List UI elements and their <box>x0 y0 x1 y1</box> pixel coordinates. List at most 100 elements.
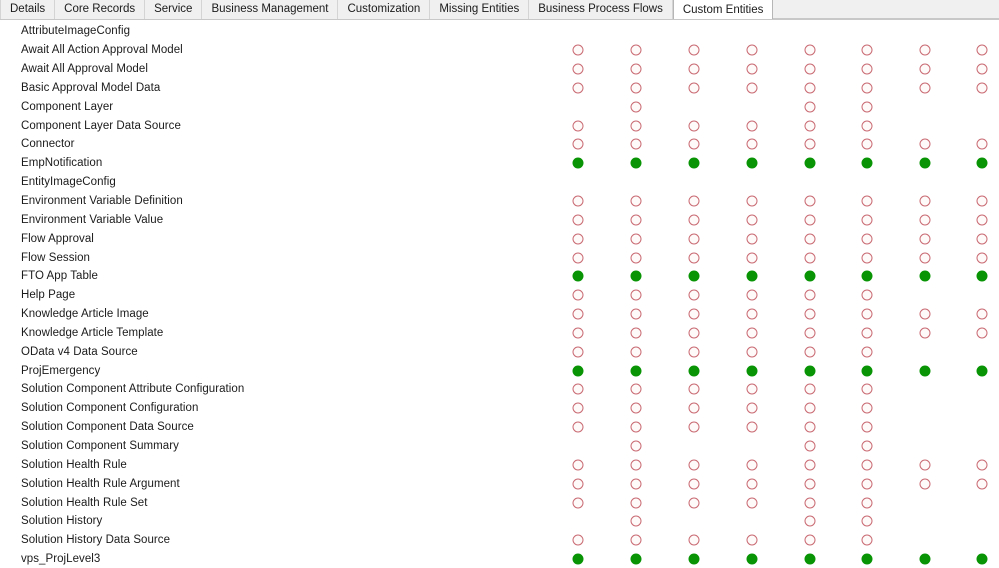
tab-customization[interactable]: Customization <box>338 0 431 19</box>
status-indicator-filled[interactable] <box>688 270 700 282</box>
status-indicator-hollow[interactable] <box>688 459 700 471</box>
status-indicator-hollow[interactable] <box>861 534 873 546</box>
status-indicator-hollow[interactable] <box>919 138 931 150</box>
status-indicator-hollow[interactable] <box>572 534 584 546</box>
status-indicator-hollow[interactable] <box>746 63 758 75</box>
status-indicator-hollow[interactable] <box>630 421 642 433</box>
status-indicator-hollow[interactable] <box>688 233 700 245</box>
status-indicator-hollow[interactable] <box>861 82 873 94</box>
status-indicator-hollow[interactable] <box>804 497 816 509</box>
status-indicator-hollow[interactable] <box>861 138 873 150</box>
status-indicator-hollow[interactable] <box>861 497 873 509</box>
table-row[interactable]: EmpNotification <box>0 154 999 173</box>
table-row[interactable]: Solution Component Configuration <box>0 399 999 418</box>
status-indicator-hollow[interactable] <box>804 289 816 301</box>
table-row[interactable]: Solution Health Rule <box>0 455 999 474</box>
status-indicator-filled[interactable] <box>630 270 642 282</box>
tab-custom-entities[interactable]: Custom Entities <box>672 0 774 19</box>
status-indicator-hollow[interactable] <box>804 402 816 414</box>
status-indicator-hollow[interactable] <box>630 252 642 264</box>
status-indicator-hollow[interactable] <box>976 138 988 150</box>
status-indicator-hollow[interactable] <box>804 82 816 94</box>
status-indicator-hollow[interactable] <box>804 101 816 113</box>
status-indicator-hollow[interactable] <box>804 327 816 339</box>
status-indicator-filled[interactable] <box>919 270 931 282</box>
status-indicator-hollow[interactable] <box>630 308 642 320</box>
tab-business-management[interactable]: Business Management <box>202 0 339 19</box>
status-indicator-filled[interactable] <box>572 553 584 565</box>
table-row[interactable]: Await All Approval Model <box>0 60 999 79</box>
status-indicator-hollow[interactable] <box>976 308 988 320</box>
status-indicator-hollow[interactable] <box>746 383 758 395</box>
status-indicator-hollow[interactable] <box>919 459 931 471</box>
status-indicator-hollow[interactable] <box>976 63 988 75</box>
table-row[interactable]: Basic Approval Model Data <box>0 79 999 98</box>
status-indicator-hollow[interactable] <box>572 120 584 132</box>
status-indicator-hollow[interactable] <box>630 327 642 339</box>
table-row[interactable]: Component Layer <box>0 97 999 116</box>
status-indicator-hollow[interactable] <box>976 82 988 94</box>
status-indicator-filled[interactable] <box>976 157 988 169</box>
status-indicator-filled[interactable] <box>861 157 873 169</box>
status-indicator-hollow[interactable] <box>861 289 873 301</box>
status-indicator-hollow[interactable] <box>746 214 758 226</box>
status-indicator-hollow[interactable] <box>572 214 584 226</box>
status-indicator-hollow[interactable] <box>861 402 873 414</box>
status-indicator-filled[interactable] <box>572 270 584 282</box>
status-indicator-hollow[interactable] <box>688 327 700 339</box>
status-indicator-hollow[interactable] <box>746 289 758 301</box>
status-indicator-hollow[interactable] <box>746 459 758 471</box>
status-indicator-hollow[interactable] <box>976 327 988 339</box>
status-indicator-hollow[interactable] <box>630 63 642 75</box>
status-indicator-hollow[interactable] <box>630 195 642 207</box>
status-indicator-hollow[interactable] <box>688 214 700 226</box>
status-indicator-hollow[interactable] <box>804 63 816 75</box>
status-indicator-hollow[interactable] <box>976 459 988 471</box>
status-indicator-hollow[interactable] <box>976 233 988 245</box>
status-indicator-hollow[interactable] <box>746 327 758 339</box>
status-indicator-hollow[interactable] <box>572 252 584 264</box>
status-indicator-filled[interactable] <box>746 365 758 377</box>
status-indicator-hollow[interactable] <box>630 478 642 490</box>
table-row[interactable]: Flow Session <box>0 248 999 267</box>
status-indicator-hollow[interactable] <box>746 252 758 264</box>
status-indicator-filled[interactable] <box>630 157 642 169</box>
status-indicator-hollow[interactable] <box>572 63 584 75</box>
status-indicator-hollow[interactable] <box>746 534 758 546</box>
status-indicator-hollow[interactable] <box>630 459 642 471</box>
status-indicator-hollow[interactable] <box>572 497 584 509</box>
status-indicator-hollow[interactable] <box>630 497 642 509</box>
table-row[interactable]: Environment Variable Value <box>0 210 999 229</box>
table-row[interactable]: OData v4 Data Source <box>0 342 999 361</box>
table-row[interactable]: Knowledge Article Image <box>0 305 999 324</box>
status-indicator-hollow[interactable] <box>804 308 816 320</box>
status-indicator-hollow[interactable] <box>919 63 931 75</box>
status-indicator-filled[interactable] <box>746 553 758 565</box>
status-indicator-hollow[interactable] <box>746 346 758 358</box>
status-indicator-hollow[interactable] <box>804 421 816 433</box>
status-indicator-hollow[interactable] <box>976 44 988 56</box>
status-indicator-filled[interactable] <box>919 157 931 169</box>
status-indicator-hollow[interactable] <box>804 459 816 471</box>
table-row[interactable]: Solution Health Rule Argument <box>0 474 999 493</box>
status-indicator-hollow[interactable] <box>688 252 700 264</box>
status-indicator-hollow[interactable] <box>746 120 758 132</box>
table-row[interactable]: Await All Action Approval Model <box>0 41 999 60</box>
status-indicator-filled[interactable] <box>861 270 873 282</box>
status-indicator-hollow[interactable] <box>804 120 816 132</box>
status-indicator-hollow[interactable] <box>572 195 584 207</box>
status-indicator-hollow[interactable] <box>861 233 873 245</box>
status-indicator-hollow[interactable] <box>861 308 873 320</box>
status-indicator-hollow[interactable] <box>572 289 584 301</box>
status-indicator-hollow[interactable] <box>746 138 758 150</box>
status-indicator-hollow[interactable] <box>976 478 988 490</box>
status-indicator-hollow[interactable] <box>630 138 642 150</box>
table-row[interactable]: Connector <box>0 135 999 154</box>
status-indicator-hollow[interactable] <box>630 101 642 113</box>
status-indicator-hollow[interactable] <box>688 421 700 433</box>
status-indicator-hollow[interactable] <box>688 44 700 56</box>
status-indicator-hollow[interactable] <box>804 44 816 56</box>
status-indicator-hollow[interactable] <box>630 82 642 94</box>
status-indicator-hollow[interactable] <box>572 383 584 395</box>
status-indicator-hollow[interactable] <box>746 478 758 490</box>
